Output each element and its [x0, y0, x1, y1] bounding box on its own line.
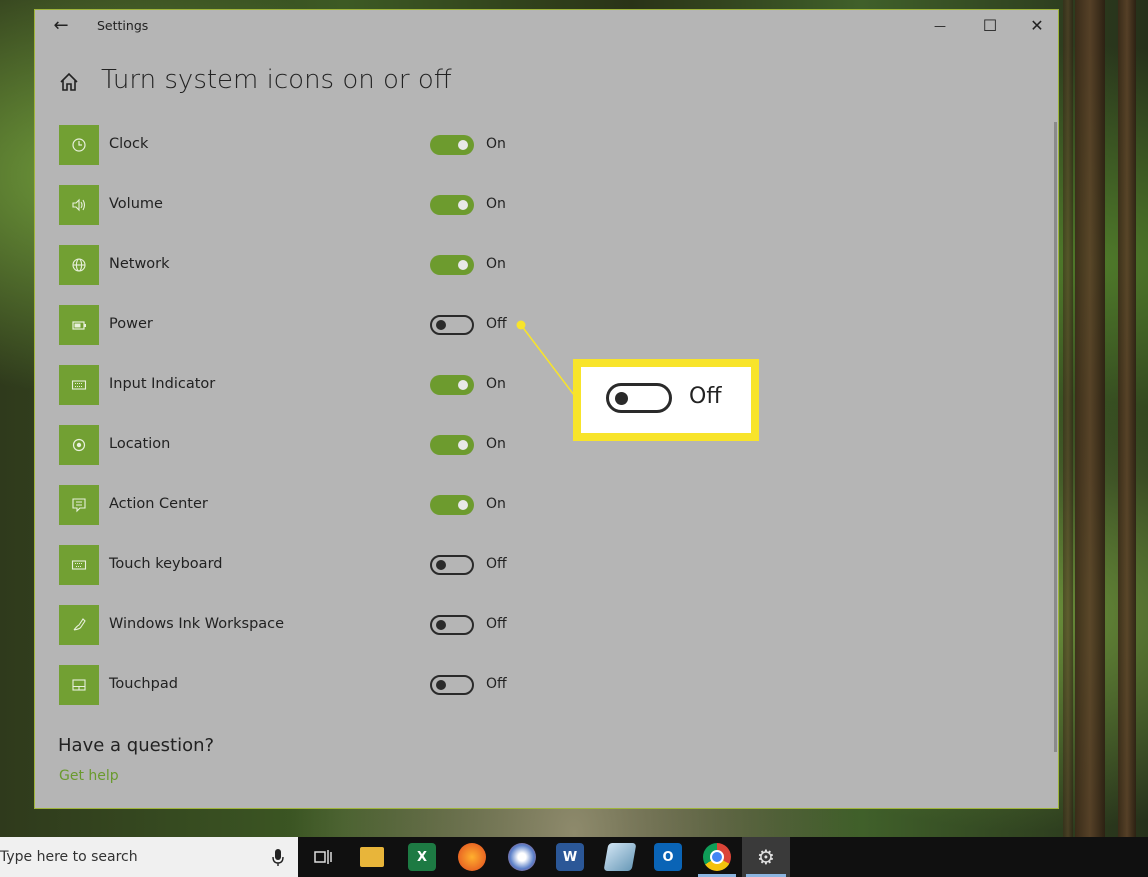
- action-center-icon: [59, 485, 99, 525]
- power-icon: [59, 305, 99, 345]
- toggle-state-label: Off: [486, 316, 507, 332]
- setting-row: Windows Ink Workspace Off: [59, 605, 579, 645]
- page-title: Turn system icons on or off: [101, 65, 452, 95]
- setting-row: Touchpad Off: [59, 665, 579, 705]
- toggle-switch[interactable]: [430, 255, 474, 275]
- outlook-icon[interactable]: O: [654, 843, 682, 871]
- setting-label: Touch keyboard: [109, 556, 223, 572]
- toggle-state-label: Off: [486, 556, 507, 572]
- background-tree-trunk: [1063, 0, 1073, 840]
- setting-row: Power Off: [59, 305, 579, 345]
- background-tree-trunk: [1118, 0, 1136, 840]
- setting-row: Input Indicator On: [59, 365, 579, 405]
- setting-row: Clock On: [59, 125, 579, 165]
- toggle-switch[interactable]: [430, 495, 474, 515]
- minimize-button[interactable]: —: [917, 12, 963, 40]
- setting-label: Location: [109, 436, 171, 452]
- settings-gear-icon[interactable]: ⚙: [752, 843, 780, 871]
- setting-label: Volume: [109, 196, 163, 212]
- setting-label: Touchpad: [109, 676, 178, 692]
- title-bar: ← Settings — ☐ ✕: [35, 10, 1058, 42]
- setting-label: Action Center: [109, 496, 208, 512]
- setting-label: Windows Ink Workspace: [109, 616, 285, 632]
- zoom-callout: Off: [573, 359, 759, 441]
- setting-label: Clock: [109, 136, 149, 152]
- toggle-state-label: On: [486, 196, 506, 212]
- toggle-switch[interactable]: [430, 195, 474, 215]
- file-explorer-icon[interactable]: [360, 847, 384, 867]
- app-title: Settings: [97, 18, 149, 33]
- callout-state-label: Off: [689, 384, 722, 409]
- toggle-state-label: Off: [486, 676, 507, 692]
- setting-row: Action Center On: [59, 485, 579, 525]
- chrome-icon[interactable]: [703, 843, 731, 871]
- setting-label: Power: [109, 316, 153, 332]
- setting-label: Input Indicator: [109, 376, 216, 392]
- keyboard-icon: [59, 365, 99, 405]
- toggle-state-label: On: [486, 436, 506, 452]
- background-tree-trunk: [1075, 0, 1105, 840]
- toggle-state-label: On: [486, 376, 506, 392]
- callout-toggle: [606, 383, 672, 413]
- microphone-icon[interactable]: [270, 847, 286, 867]
- search-placeholder: Type here to search: [0, 849, 138, 865]
- network-icon: [59, 245, 99, 285]
- taskbar: Type here to search X W O ⚙: [0, 837, 1148, 877]
- notes-icon[interactable]: [603, 843, 637, 871]
- word-icon[interactable]: W: [556, 843, 584, 871]
- back-button[interactable]: ←: [49, 14, 73, 38]
- volume-icon: [59, 185, 99, 225]
- excel-icon[interactable]: X: [408, 843, 436, 871]
- setting-label: Network: [109, 256, 170, 272]
- toggle-state-label: On: [486, 256, 506, 272]
- touch-keyboard-icon: [59, 545, 99, 585]
- toggle-state-label: Off: [486, 616, 507, 632]
- firefox-icon[interactable]: [458, 843, 486, 871]
- settings-window: ← Settings — ☐ ✕ Turn system icons on or…: [34, 9, 1059, 809]
- maximize-button[interactable]: ☐: [967, 12, 1013, 40]
- toggle-state-label: On: [486, 496, 506, 512]
- toggle-state-label: On: [486, 136, 506, 152]
- paint-icon[interactable]: [508, 843, 536, 871]
- setting-row: Touch keyboard Off: [59, 545, 579, 585]
- toggle-switch[interactable]: [430, 375, 474, 395]
- toggle-switch[interactable]: [430, 555, 474, 575]
- pen-icon: [59, 605, 99, 645]
- toggle-switch[interactable]: [430, 675, 474, 695]
- toggle-switch[interactable]: [430, 435, 474, 455]
- close-button[interactable]: ✕: [1014, 12, 1060, 40]
- toggle-switch[interactable]: [430, 615, 474, 635]
- task-view-icon[interactable]: [309, 843, 337, 871]
- toggle-switch[interactable]: [430, 135, 474, 155]
- touchpad-icon: [59, 665, 99, 705]
- get-help-link[interactable]: Get help: [59, 768, 119, 784]
- setting-row: Location On: [59, 425, 579, 465]
- location-icon: [59, 425, 99, 465]
- clock-icon: [59, 125, 99, 165]
- taskbar-search-box[interactable]: Type here to search: [0, 837, 298, 877]
- setting-row: Network On: [59, 245, 579, 285]
- scrollbar[interactable]: [1054, 122, 1057, 752]
- help-heading: Have a question?: [58, 735, 215, 756]
- toggle-switch[interactable]: [430, 315, 474, 335]
- setting-row: Volume On: [59, 185, 579, 225]
- home-icon[interactable]: [57, 70, 81, 94]
